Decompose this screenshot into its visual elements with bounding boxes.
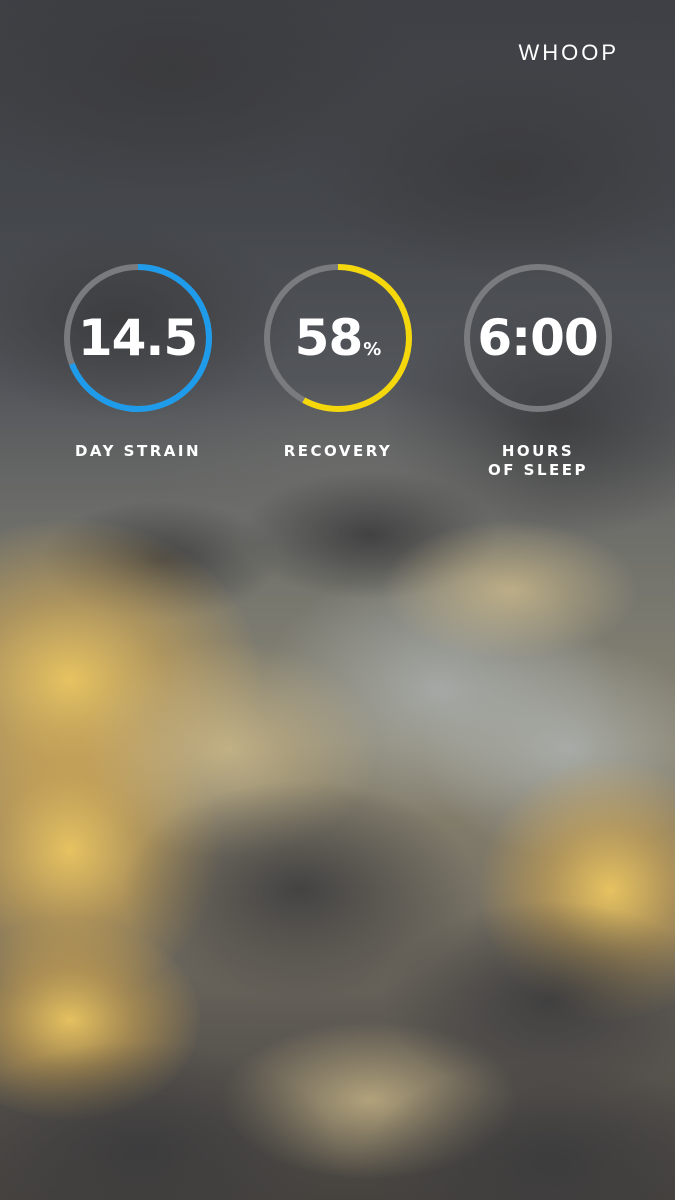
cloud [380,520,640,660]
sleep-value: 6:00 [477,309,598,367]
sleep-metric: 6:00 HOURS OF SLEEP [462,262,614,480]
sky-background [0,0,675,1200]
strain-ring: 14.5 [62,262,214,414]
strain-label: DAY STRAIN [74,442,202,460]
recovery-value: 58% [294,309,382,367]
whoop-logo: WHOOP [518,40,619,65]
sleep-label: HOURS OF SLEEP [487,442,589,479]
strain-value: 14.5 [77,309,198,367]
recovery-ring: 58% [262,262,414,414]
recovery-label: RECOVERY [283,442,393,460]
strain-metric: 14.5 DAY STRAIN [62,262,214,461]
sleep-ring: 6:00 [462,262,614,414]
recovery-metric: 58% RECOVERY [262,262,414,461]
